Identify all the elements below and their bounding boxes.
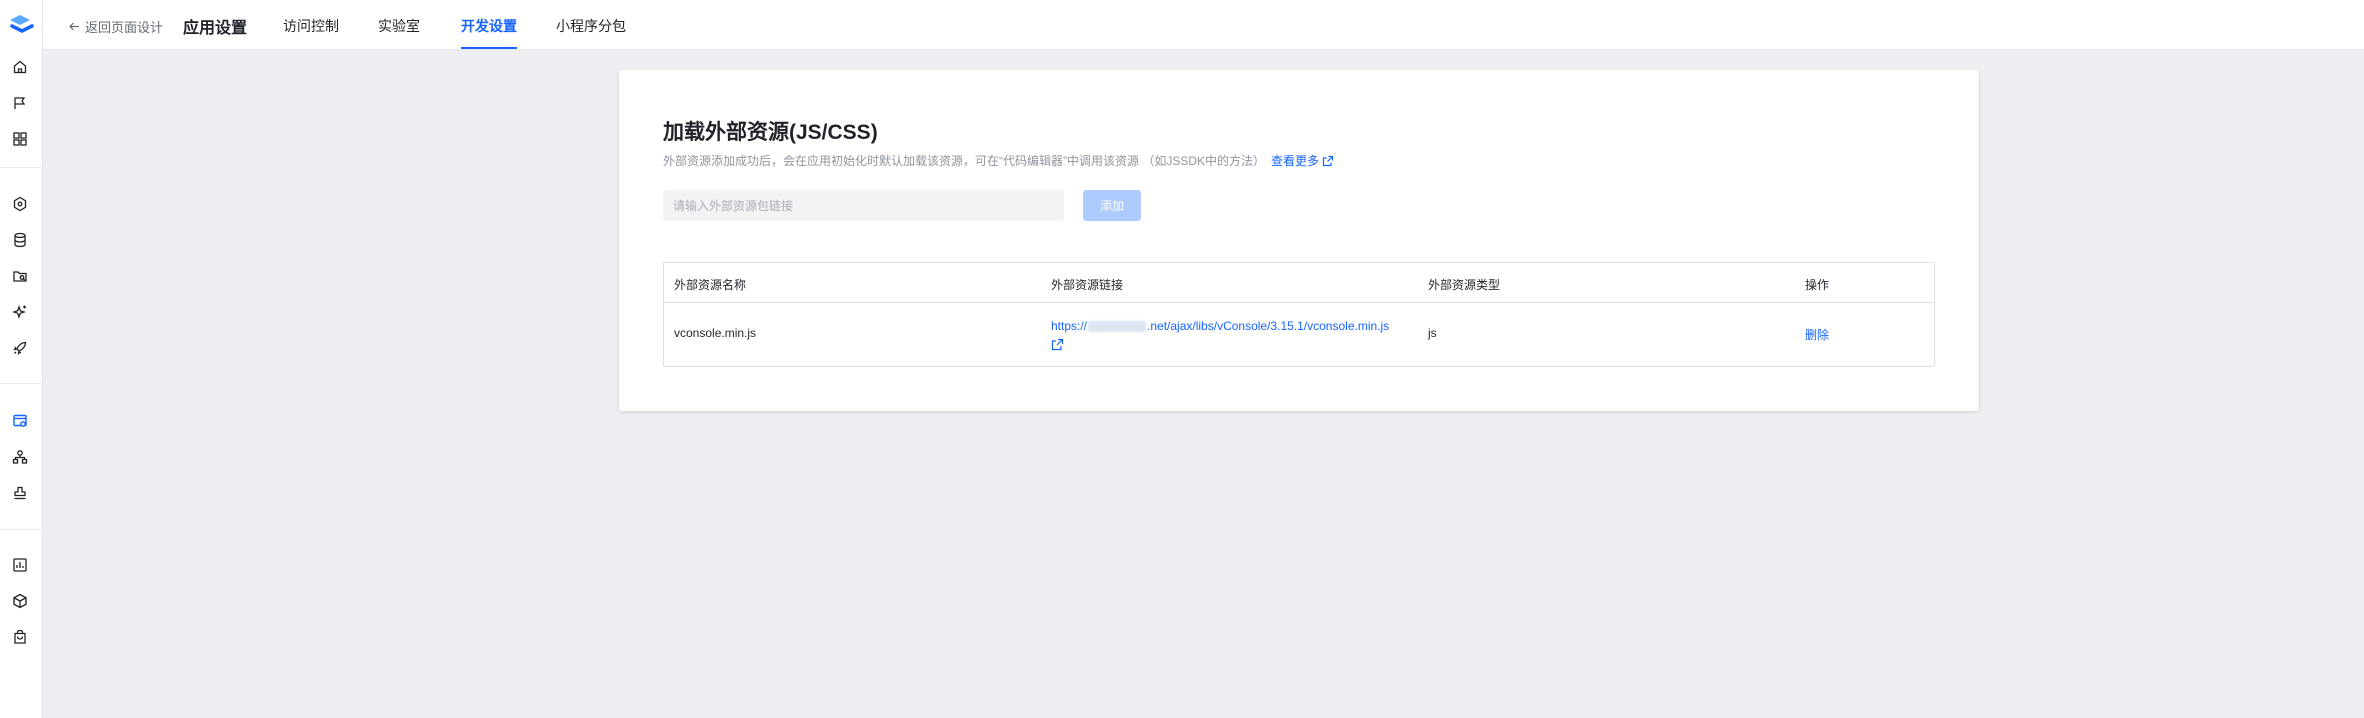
redacted-domain (1088, 321, 1147, 333)
browser-settings-icon[interactable] (10, 411, 30, 431)
table-header: 外部资源名称 外部资源链接 外部资源类型 操作 (664, 263, 1934, 303)
resource-link-prefix: https:// (1051, 319, 1088, 333)
description-text: 外部资源添加成功后，会在应用初始化时默认加载该资源，可在“代码编辑器”中调用该资… (663, 154, 1266, 168)
database-icon[interactable] (10, 230, 30, 250)
back-to-page-design-link[interactable]: 返回页面设计 (68, 17, 163, 36)
flag-icon[interactable] (10, 93, 30, 113)
top-bar: 返回页面设计 应用设置 访问控制 实验室 开发设置 小程序分包 (43, 0, 2364, 50)
view-more-label: 查看更多 (1271, 154, 1320, 168)
external-resources-card: 加载外部资源(JS/CSS) 外部资源添加成功后，会在应用初始化时默认加载该资源… (619, 70, 1979, 411)
external-resource-url-input[interactable] (663, 190, 1064, 221)
folder-search-icon[interactable] (10, 266, 30, 286)
sidebar (0, 0, 43, 718)
external-link-icon[interactable] (1051, 338, 1064, 351)
view-more-link[interactable]: 查看更多 (1271, 152, 1334, 169)
tab-mini-program-packages[interactable]: 小程序分包 (556, 16, 626, 36)
sparkle-icon[interactable] (10, 302, 30, 322)
arrow-left-icon (69, 22, 79, 31)
home-icon[interactable] (10, 57, 30, 77)
hexagon-icon[interactable] (10, 194, 30, 214)
column-header-action: 操作 (1805, 278, 1830, 292)
column-header-link: 外部资源链接 (1051, 278, 1124, 292)
sidebar-divider (0, 529, 43, 530)
org-chart-icon[interactable] (10, 447, 30, 467)
page-title: 应用设置 (183, 20, 248, 37)
column-header-type: 外部资源类型 (1428, 278, 1501, 292)
delete-button[interactable]: 删除 (1805, 326, 1829, 343)
rocket-icon[interactable] (10, 338, 30, 358)
table-row: vconsole.min.js https:// .net/ajax/libs/v… (664, 303, 1934, 366)
card-description: 外部资源添加成功后，会在应用初始化时默认加载该资源，可在“代码编辑器”中调用该资… (663, 152, 1334, 169)
chart-icon[interactable] (10, 555, 30, 575)
sidebar-divider (0, 383, 43, 384)
add-button[interactable]: 添加 (1083, 190, 1141, 221)
tab-dev-settings[interactable]: 开发设置 (461, 16, 517, 36)
apps-icon[interactable] (10, 129, 30, 149)
column-header-name: 外部资源名称 (674, 278, 747, 292)
sidebar-divider (0, 167, 43, 168)
active-tab-indicator (461, 47, 517, 49)
tab-access-control[interactable]: 访问控制 (283, 16, 339, 36)
back-label: 返回页面设计 (85, 20, 164, 35)
resource-name-cell: vconsole.min.js (674, 326, 757, 340)
resource-link-suffix: .net/ajax/libs/vConsole/3.15.1/vconsole.… (1147, 319, 1390, 333)
tab-lab[interactable]: 实验室 (378, 16, 420, 36)
external-link-icon (1322, 155, 1334, 166)
bag-icon[interactable] (10, 627, 30, 647)
app-logo-icon[interactable] (6, 12, 36, 36)
stamp-icon[interactable] (10, 483, 30, 503)
resources-table: 外部资源名称 外部资源链接 外部资源类型 操作 vconsole.min.js … (663, 262, 1935, 367)
resource-type-cell: js (1428, 326, 1437, 340)
cube-icon[interactable] (10, 591, 30, 611)
resource-link-cell[interactable]: https:// .net/ajax/libs/vConsole/3.15.1/v… (1051, 317, 1389, 353)
card-title: 加载外部资源(JS/CSS) (663, 121, 878, 144)
